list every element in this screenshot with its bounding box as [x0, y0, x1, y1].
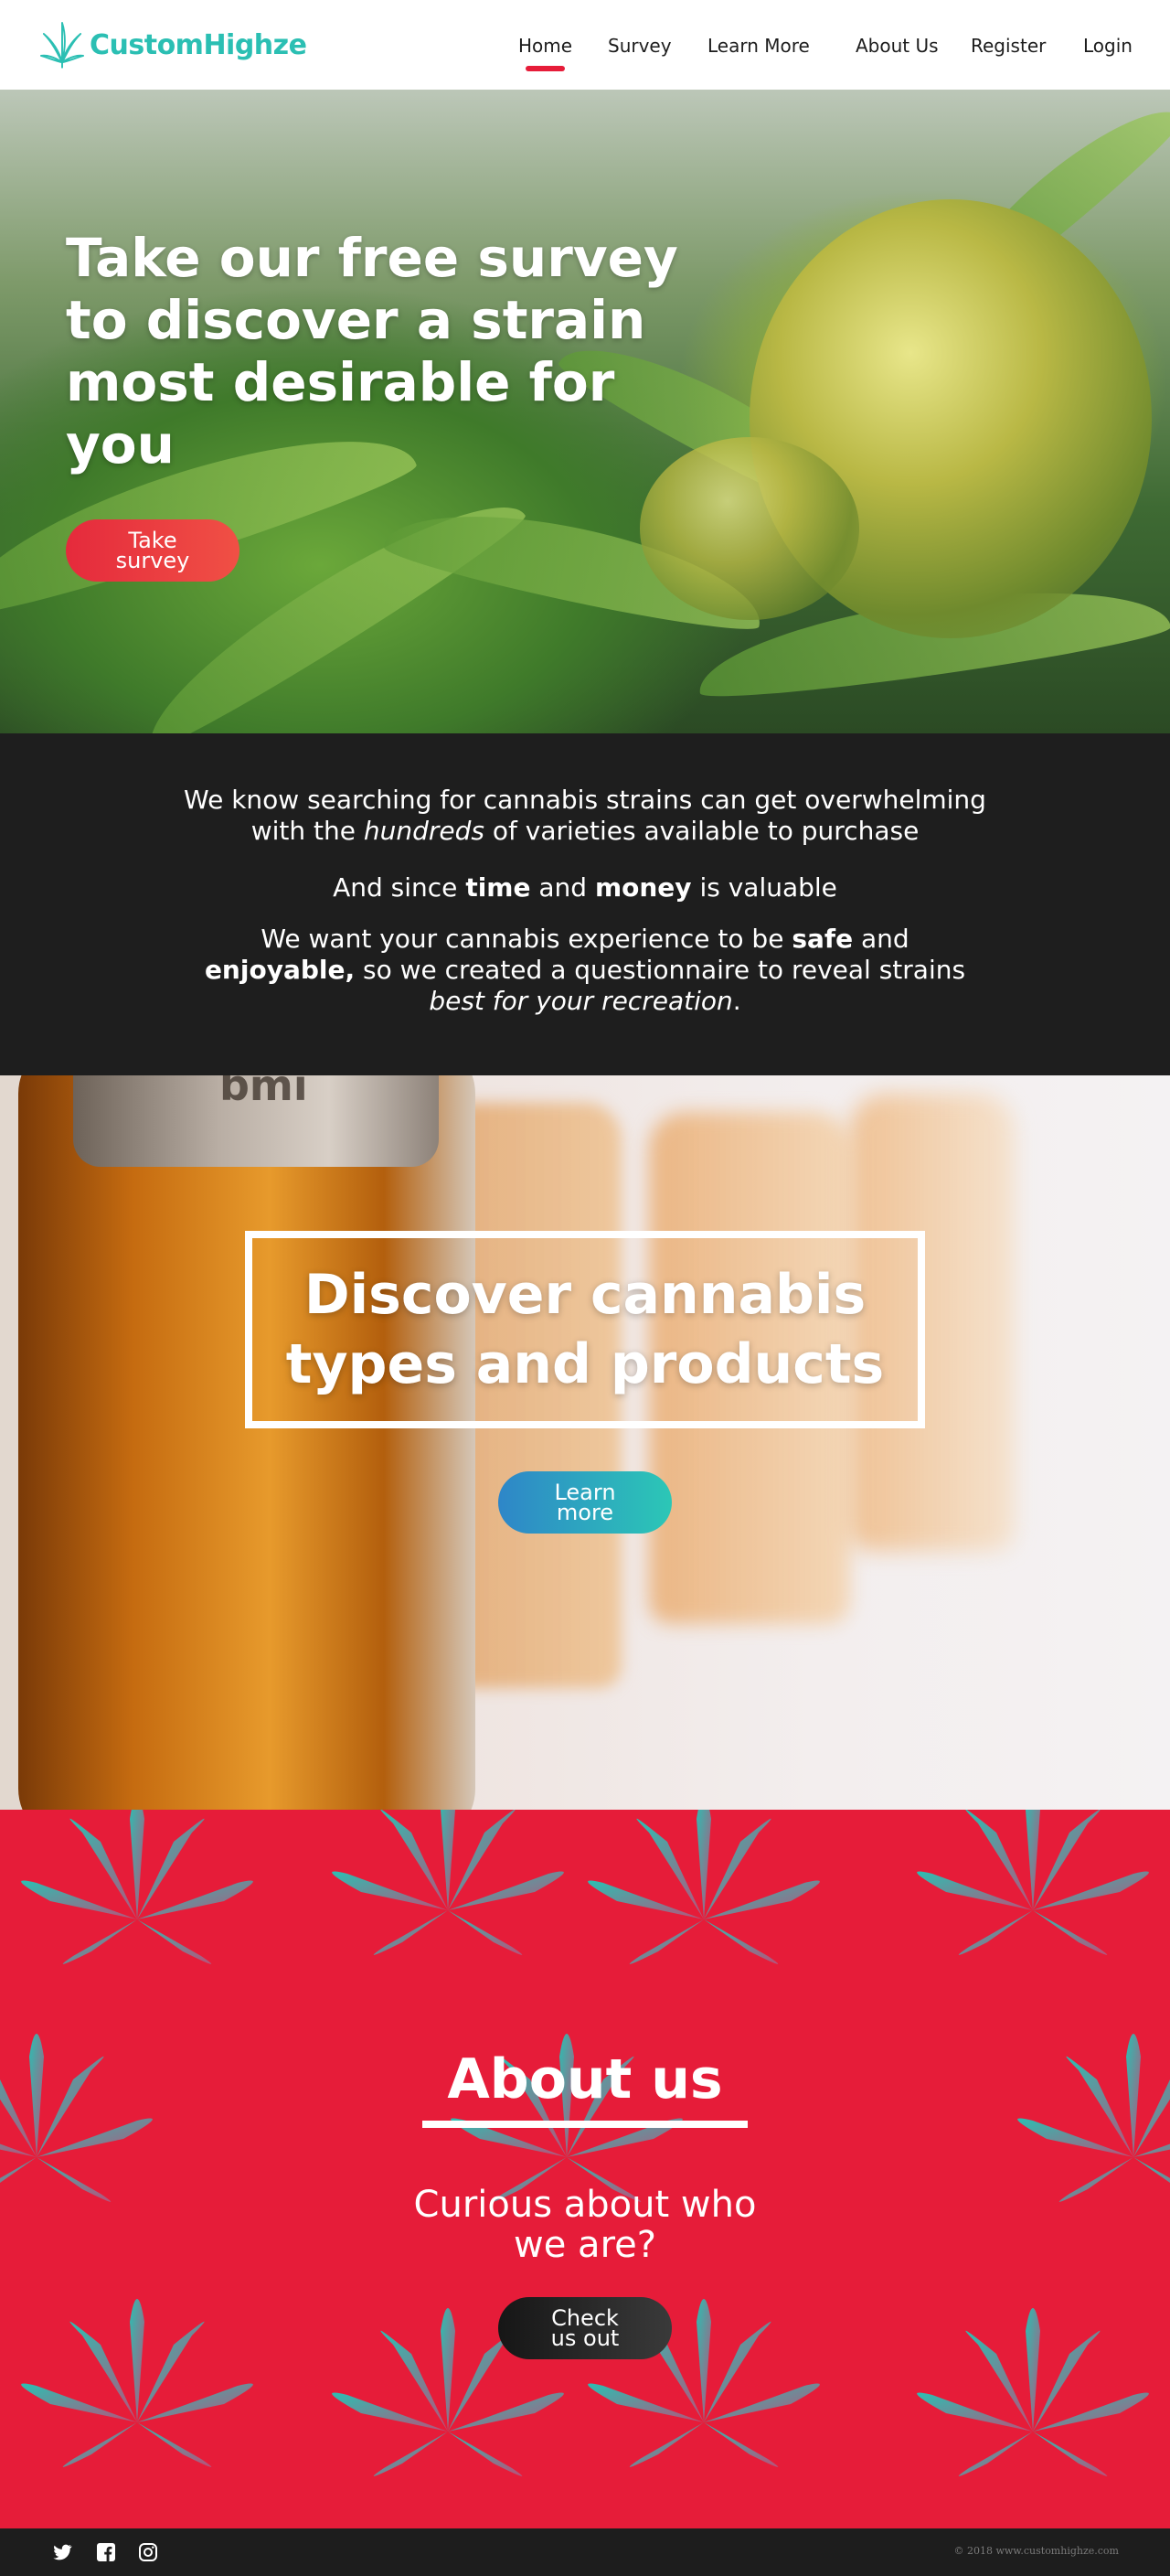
info-text: is valuable: [691, 872, 837, 903]
info-text: And since: [333, 872, 466, 903]
leaf-pattern-mark: [332, 1810, 564, 1974]
info-strong: enjoyable,: [204, 955, 356, 985]
info-emphasis: hundreds: [363, 816, 484, 846]
leaf-pattern-mark: [21, 2299, 253, 2486]
nav-learn-more[interactable]: Learn More: [707, 35, 810, 57]
instagram-icon[interactable]: [137, 2541, 159, 2563]
info-paragraph-3: We want your cannabis experience to be s…: [165, 924, 1005, 1017]
jar-neck: bmi: [73, 1075, 439, 1167]
nav-login[interactable]: Login: [1083, 35, 1133, 57]
nav-register[interactable]: Register: [971, 35, 1046, 57]
brand-logo[interactable]: CustomHighze: [40, 20, 307, 69]
leaf-pattern-mark: [588, 1810, 820, 1983]
hero-title: Take our free survey to discover a strai…: [66, 227, 706, 476]
button-label: us out: [550, 2325, 620, 2351]
info-text: .: [732, 986, 741, 1016]
about-subtitle-line: Curious about who: [413, 2184, 757, 2226]
discover-frame: Discover cannabis types and products: [245, 1231, 925, 1428]
about-title: About us: [447, 2047, 723, 2111]
hero-title-line: to discover a strain: [66, 289, 646, 351]
cannabis-leaf-icon: [40, 22, 84, 69]
brand-name: CustomHighze: [90, 28, 307, 61]
discover-title-line: Discover cannabis: [303, 1263, 867, 1327]
twitter-icon[interactable]: [51, 2541, 73, 2563]
info-paragraph-2: And since time and money is valuable: [165, 872, 1005, 903]
take-survey-button[interactable]: Take survey: [66, 519, 239, 582]
info-text: and: [530, 872, 595, 903]
about-section: About us Curious about who we are? Check…: [0, 1810, 1170, 2528]
info-strong: time: [465, 872, 531, 903]
jar-label: bmi: [219, 1075, 308, 1110]
info-section: We know searching for cannabis strains c…: [0, 733, 1170, 1075]
leaf-pattern-background: [0, 1810, 1170, 2528]
learn-more-button[interactable]: Learn more: [498, 1471, 672, 1534]
hero-title-line: most desirable for you: [66, 351, 615, 476]
copyright-text: © 2018 www.customhighze.com: [953, 2545, 1119, 2557]
info-text: so we created a questionnaire to reveal …: [355, 955, 966, 985]
info-strong: money: [594, 872, 692, 903]
info-emphasis: best for your recreation: [429, 986, 733, 1016]
info-text: We know searching for cannabis strains c…: [184, 785, 986, 815]
facebook-icon[interactable]: [95, 2541, 117, 2563]
about-title-underline: [422, 2121, 748, 2128]
info-strong: safe: [792, 924, 854, 954]
check-us-out-button[interactable]: Check us out: [498, 2297, 672, 2359]
info-text: We want your cannabis experience to be: [261, 924, 792, 954]
footer: © 2018 www.customhighze.com: [0, 2528, 1170, 2576]
nav-home[interactable]: Home: [518, 35, 572, 71]
info-text: of varieties available to purchase: [484, 816, 920, 846]
nav-survey[interactable]: Survey: [608, 35, 672, 57]
nav-about-us[interactable]: About Us: [856, 35, 939, 57]
hero-title-line: Take our free survey: [66, 227, 678, 289]
button-label: survey: [115, 548, 190, 573]
hero-section: Take our free survey to discover a strai…: [0, 90, 1170, 733]
about-subtitle-line: we are?: [514, 2224, 656, 2266]
info-text: and: [853, 924, 909, 954]
products-section: bmi Discover cannabis types and products…: [0, 1075, 1170, 1810]
leaf-pattern-mark: [917, 2308, 1149, 2496]
top-navigation: CustomHighze Home Survey Learn More Abou…: [0, 0, 1170, 90]
info-paragraph-1: We know searching for cannabis strains c…: [165, 785, 1005, 847]
discover-title-line: types and products: [285, 1332, 885, 1396]
leaf-pattern-mark: [917, 1810, 1149, 1974]
button-label: more: [556, 1500, 614, 1525]
about-subtitle: Curious about who we are?: [0, 2185, 1170, 2265]
leaf-pattern-mark: [21, 1810, 253, 1983]
oil-jar-image: bmi: [18, 1075, 475, 1810]
info-text: with the: [250, 816, 364, 846]
